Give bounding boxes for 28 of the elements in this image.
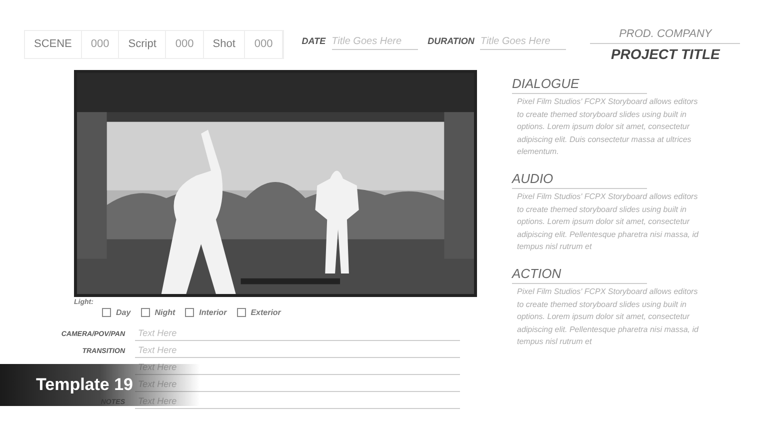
header-value: 000 (166, 31, 204, 58)
section-title: AUDIO (512, 168, 647, 189)
section-text: Pixel Film Studios' FCPX Storyboard allows editors to create themed storyboard slides using built in options. Lorem ipsum dolor sit amet, consectetur adipiscing elit. Pellentesque pharetra nisi massa, id tempus nisl rutrum et (516, 191, 700, 253)
company-name: PROD. COMPANY (590, 26, 740, 44)
option-label: Exterior (250, 306, 281, 318)
duration-label: DURATION (428, 35, 474, 48)
section-text: Pixel Film Studios' FCPX Storyboard allows editors to create themed storyboard slides using built in options. Lorem ipsum dolor sit amet, consectetur adipiscing elit. Pellentesque pharetra nisi massa, id tempus nisl rutrum et (516, 286, 700, 348)
header-label: Shot (204, 31, 246, 58)
checkbox[interactable] (185, 308, 194, 317)
header-value: 000 (82, 31, 120, 58)
project-title: PROJECT TITLE (610, 44, 720, 64)
section-title: ACTION (512, 264, 647, 284)
option-label: Night (154, 306, 176, 318)
section-text: Pixel Film Studios' FCPX Storyboard allows editors to create themed storyboard slides using built in options. Lorem ipsum dolor sit amet, consectetur adipiscing elit. Duis consectetur massa at ultrices elementum. (516, 96, 699, 158)
checkbox[interactable] (102, 308, 111, 317)
checkbox[interactable] (140, 308, 150, 317)
date-label: DATE (302, 35, 326, 48)
date-field[interactable]: Title Goes Here (332, 34, 418, 50)
option-label: Day (116, 306, 131, 318)
checkbox[interactable] (236, 308, 246, 317)
duration-field[interactable]: Title Goes Here (480, 34, 566, 50)
header-label: Script (119, 31, 166, 58)
section-title: DIALOGUE (512, 74, 647, 94)
header-label: SCENE (25, 31, 82, 58)
text-field[interactable]: Text Here (135, 344, 460, 358)
option-label: Interior (199, 306, 227, 318)
header-value: 000 (245, 31, 283, 58)
text-field[interactable]: Text Here (135, 326, 460, 340)
